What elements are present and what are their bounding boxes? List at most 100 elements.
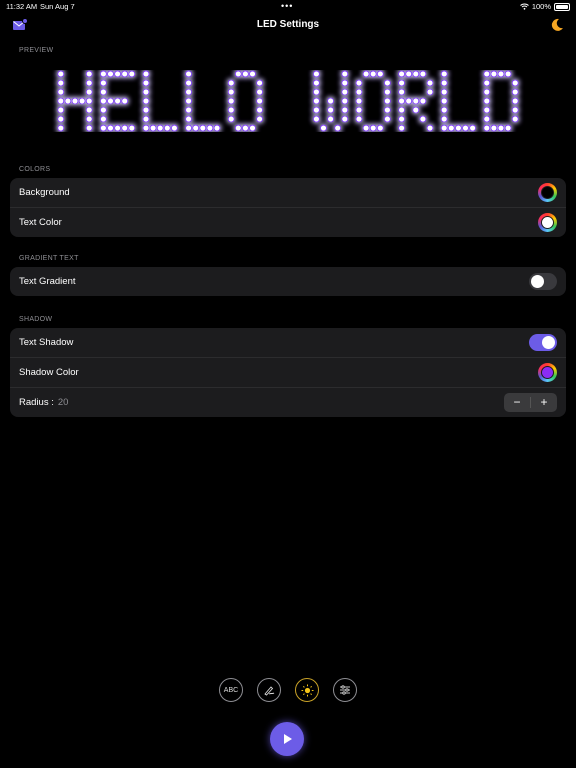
led-dot [398, 88, 406, 96]
led-dot [398, 106, 406, 114]
led-dot [312, 97, 320, 105]
settings-tool-button[interactable] [333, 678, 357, 702]
led-dot [426, 124, 434, 132]
led-dot [206, 124, 214, 132]
led-dot [71, 97, 79, 105]
dark-mode-button[interactable] [550, 18, 564, 37]
led-dot [85, 124, 93, 132]
led-dot [142, 70, 150, 78]
led-dot [185, 115, 193, 123]
led-dot [497, 124, 505, 132]
led-preview [57, 70, 519, 132]
increment-button[interactable]: + [531, 393, 557, 412]
led-dot [511, 79, 519, 87]
led-dot [227, 79, 235, 87]
text-gradient-row: Text Gradient [10, 267, 566, 296]
play-button[interactable] [270, 722, 304, 756]
led-dot [57, 88, 65, 96]
led-dot [100, 97, 107, 105]
sun-icon [301, 684, 313, 696]
led-dot [57, 97, 65, 105]
led-dot [398, 115, 406, 123]
led-dot [142, 124, 150, 132]
led-dot [192, 124, 200, 132]
gradient-header: GRADIENT TEXT [19, 255, 79, 262]
led-dot [107, 97, 114, 105]
led-dot [107, 124, 114, 132]
radius-stepper[interactable]: − + [504, 393, 557, 412]
led-dot [121, 124, 129, 132]
led-dot [398, 70, 406, 78]
pen-icon [264, 686, 275, 696]
background-color-row[interactable]: Background [10, 178, 566, 208]
led-dot [312, 70, 320, 78]
shadow-color-row[interactable]: Shadow Color [10, 358, 566, 388]
gradient-group: Text Gradient [10, 267, 566, 296]
led-dot [398, 79, 406, 87]
led-dot [440, 97, 448, 105]
text-color-picker[interactable] [538, 213, 557, 232]
shadow-color-picker[interactable] [538, 363, 557, 382]
led-dot [249, 70, 256, 78]
led-dot [398, 97, 406, 105]
led-dot [156, 124, 164, 132]
led-dot [440, 115, 448, 123]
led-dot [490, 124, 498, 132]
text-color-label: Text Color [19, 217, 62, 228]
led-dot [440, 79, 448, 87]
multitasking-dots[interactable]: ••• [281, 2, 293, 11]
brightness-tool-button[interactable] [295, 678, 319, 702]
led-dot [57, 70, 65, 78]
led-dot [227, 106, 235, 114]
led-dot [142, 106, 150, 114]
text-shadow-toggle[interactable] [529, 334, 557, 351]
led-dot [85, 106, 93, 114]
led-dot [121, 97, 129, 105]
status-date: Sun Aug 7 [40, 2, 75, 11]
background-color-picker[interactable] [538, 183, 557, 202]
led-dot [483, 88, 491, 96]
led-dot [383, 106, 391, 114]
led-dot [454, 124, 462, 132]
led-dot [312, 79, 320, 87]
led-dot [114, 124, 121, 132]
led-dot [383, 88, 391, 96]
led-dot [241, 70, 249, 78]
battery-percent: 100% [531, 2, 551, 11]
led-dot [383, 79, 391, 87]
led-dot [355, 88, 363, 96]
led-dot [121, 70, 129, 78]
led-dot [483, 124, 491, 132]
led-dot [483, 97, 491, 105]
led-dot [234, 70, 242, 78]
draw-tool-button[interactable] [257, 678, 281, 702]
led-dot [341, 70, 349, 78]
led-dot [405, 97, 413, 105]
led-dot [227, 97, 235, 105]
led-dot [142, 88, 150, 96]
led-dot [447, 124, 455, 132]
led-dot [419, 115, 427, 123]
led-dot [185, 124, 193, 132]
text-color-row[interactable]: Text Color [10, 208, 566, 237]
led-dot [490, 70, 498, 78]
toggle-knob [542, 336, 555, 349]
led-dot [142, 97, 150, 105]
colors-header: COLORS [19, 166, 51, 173]
text-tool-button[interactable]: ABC [219, 678, 243, 702]
led-dot [412, 97, 420, 105]
radius-label: Radius :20 [19, 397, 68, 408]
led-dot [483, 115, 491, 123]
led-dot [256, 79, 264, 87]
decrement-button[interactable]: − [504, 393, 530, 412]
led-dot [107, 70, 114, 78]
led-dot [355, 97, 363, 105]
led-dot [511, 115, 519, 123]
led-dot [185, 88, 193, 96]
led-dot [85, 88, 93, 96]
led-dot [128, 70, 136, 78]
led-dot [312, 88, 320, 96]
page-title: LED Settings [256, 19, 320, 30]
text-gradient-toggle[interactable] [529, 273, 557, 290]
led-dot [504, 124, 512, 132]
